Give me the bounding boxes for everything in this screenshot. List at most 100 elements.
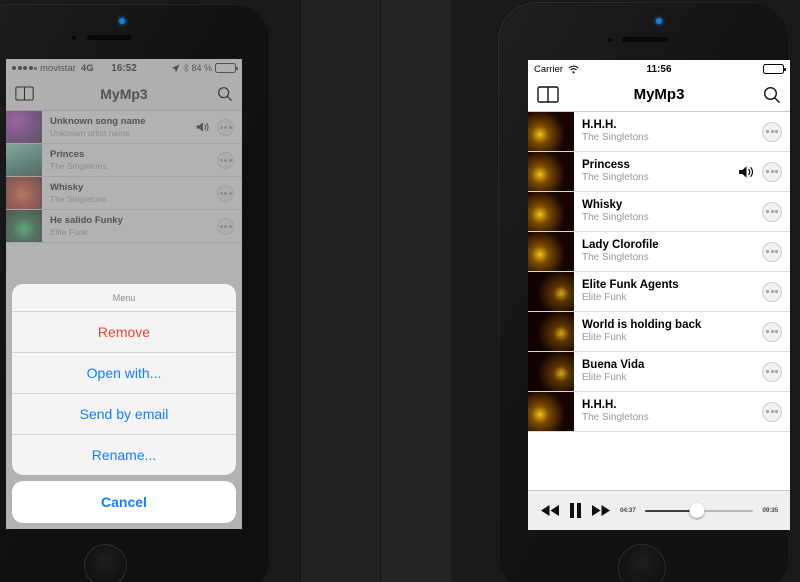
- more-options-button[interactable]: [762, 201, 782, 222]
- now-playing-speaker-icon: [739, 165, 753, 178]
- action-sheet: Menu Remove Open with... Send by email Rena…: [12, 284, 236, 523]
- album-art: [528, 312, 574, 351]
- clock-label-right: 11:56: [646, 63, 672, 75]
- front-camera-icon-right: [608, 38, 612, 42]
- more-options-button[interactable]: [762, 241, 782, 262]
- action-sheet-item[interactable]: Remove: [12, 312, 236, 353]
- more-options-button[interactable]: [762, 321, 782, 342]
- page-title-right: MyMp3: [633, 86, 685, 103]
- row-actions: [738, 152, 790, 191]
- action-sheet-group: Menu Remove Open with... Send by email Rena…: [12, 284, 236, 475]
- pause-icon[interactable]: [569, 503, 582, 518]
- song-row[interactable]: WhiskyThe Singletons: [528, 192, 790, 232]
- screenshot-root: movistar 4G 16:52 84 %: [0, 0, 800, 582]
- cancel-button[interactable]: Cancel: [12, 481, 236, 523]
- progress-slider[interactable]: [644, 503, 754, 519]
- notification-led-icon: [119, 18, 125, 24]
- song-title: H.H.H.: [582, 118, 617, 131]
- album-art: [528, 152, 574, 191]
- album-art: [528, 232, 574, 271]
- action-sheet-item[interactable]: Rename...: [12, 435, 236, 475]
- duration-label: 09:35: [762, 507, 778, 514]
- more-options-button[interactable]: [762, 401, 782, 422]
- more-options-button[interactable]: [762, 361, 782, 382]
- phone-device-left: movistar 4G 16:52 84 %: [0, 4, 270, 582]
- row-actions: [762, 112, 790, 151]
- song-title: Whisky: [582, 198, 623, 211]
- earpiece-speaker-icon: [87, 35, 132, 40]
- album-art: [528, 192, 574, 231]
- song-row[interactable]: H.H.H. The Singletons: [528, 112, 790, 152]
- song-list-right[interactable]: H.H.H. The Singletons Princess The Singleto…: [528, 112, 790, 432]
- album-art: [528, 272, 574, 311]
- screen-right: Carrier 11:56 MyMp3 H.H.H. The Singleton…: [528, 60, 790, 530]
- more-options-button[interactable]: [762, 121, 782, 142]
- song-row[interactable]: Buena Vida Elite Funk: [528, 352, 790, 392]
- song-row[interactable]: Lady Clorofile The Singletons: [528, 232, 790, 272]
- home-button-left[interactable]: [84, 544, 127, 582]
- row-actions: [762, 352, 790, 391]
- song-row[interactable]: H.H.H. The Singletons: [528, 392, 790, 432]
- backdrop-mid-panel: [300, 0, 380, 582]
- song-artist: The Singletons: [582, 252, 649, 264]
- player-bar: 04:37 09:35: [528, 490, 790, 530]
- song-artist: Elite Funk: [582, 372, 627, 384]
- elapsed-time-label: 04:37: [620, 507, 636, 514]
- song-row[interactable]: Princess The Singletons: [528, 152, 790, 192]
- song-title: Lady Clorofile: [582, 238, 659, 251]
- row-actions: [762, 192, 790, 231]
- album-art: [528, 392, 574, 431]
- navbar-right: MyMp3: [528, 78, 790, 112]
- more-options-button[interactable]: [762, 281, 782, 302]
- song-artist: The Singletons: [582, 212, 649, 224]
- song-row[interactable]: World is holding back Elite Funk: [528, 312, 790, 352]
- song-artist: Elite Funk: [582, 292, 627, 304]
- song-info: Elite Funk Agents Elite Funk: [574, 272, 762, 311]
- action-sheet-item[interactable]: Send by email: [12, 394, 236, 435]
- slider-knob[interactable]: [689, 503, 705, 518]
- front-camera-icon: [72, 36, 76, 40]
- backdrop-seam-a: [300, 0, 301, 582]
- song-info: World is holding back Elite Funk: [574, 312, 762, 351]
- notification-led-icon-right: [656, 18, 662, 24]
- search-icon[interactable]: [217, 86, 233, 102]
- song-row[interactable]: Elite Funk Agents Elite Funk: [528, 272, 790, 312]
- song-info: Lady Clorofile The Singletons: [574, 232, 762, 271]
- album-art: [528, 352, 574, 391]
- album-art: [528, 112, 574, 151]
- song-info: H.H.H. The Singletons: [574, 112, 762, 151]
- song-info: Princess The Singletons: [574, 152, 738, 191]
- song-title: Princess: [582, 158, 630, 171]
- row-actions: [762, 312, 790, 351]
- wifi-icon: [568, 65, 579, 73]
- row-actions: [762, 272, 790, 311]
- battery-icon-right: [763, 64, 786, 74]
- book-icon[interactable]: [15, 86, 34, 101]
- action-sheet-item[interactable]: Open with...: [12, 353, 236, 394]
- phone-device-right: Carrier 11:56 MyMp3 H.H.H. The Singleton…: [498, 2, 790, 582]
- song-title: Elite Funk Agents: [582, 278, 679, 291]
- song-artist: The Singletons: [582, 132, 649, 144]
- song-artist: The Singletons: [582, 172, 649, 184]
- song-info: H.H.H. The Singletons: [574, 392, 762, 431]
- song-title: World is holding back: [582, 318, 702, 331]
- status-bar-right: Carrier 11:56: [528, 60, 790, 78]
- more-options-button[interactable]: [762, 161, 782, 182]
- backdrop-panel-c: [381, 0, 451, 582]
- home-button-right[interactable]: [618, 544, 666, 582]
- row-actions: [762, 392, 790, 431]
- screen-left: movistar 4G 16:52 84 %: [6, 59, 242, 529]
- fast-forward-icon[interactable]: [591, 504, 611, 517]
- earpiece-speaker-icon-right: [622, 37, 668, 42]
- song-artist: Elite Funk: [582, 332, 627, 344]
- book-icon-right[interactable]: [537, 86, 559, 103]
- song-artist: The Singletons: [582, 412, 649, 424]
- action-sheet-items: Remove Open with... Send by email Rename...: [12, 312, 236, 475]
- row-actions: [762, 232, 790, 271]
- rewind-icon[interactable]: [540, 504, 560, 517]
- carrier-label-right: Carrier: [534, 63, 564, 75]
- song-title: Buena Vida: [582, 358, 645, 371]
- song-info: Buena Vida Elite Funk: [574, 352, 762, 391]
- song-title: H.H.H.: [582, 398, 617, 411]
- search-icon-right[interactable]: [763, 86, 781, 104]
